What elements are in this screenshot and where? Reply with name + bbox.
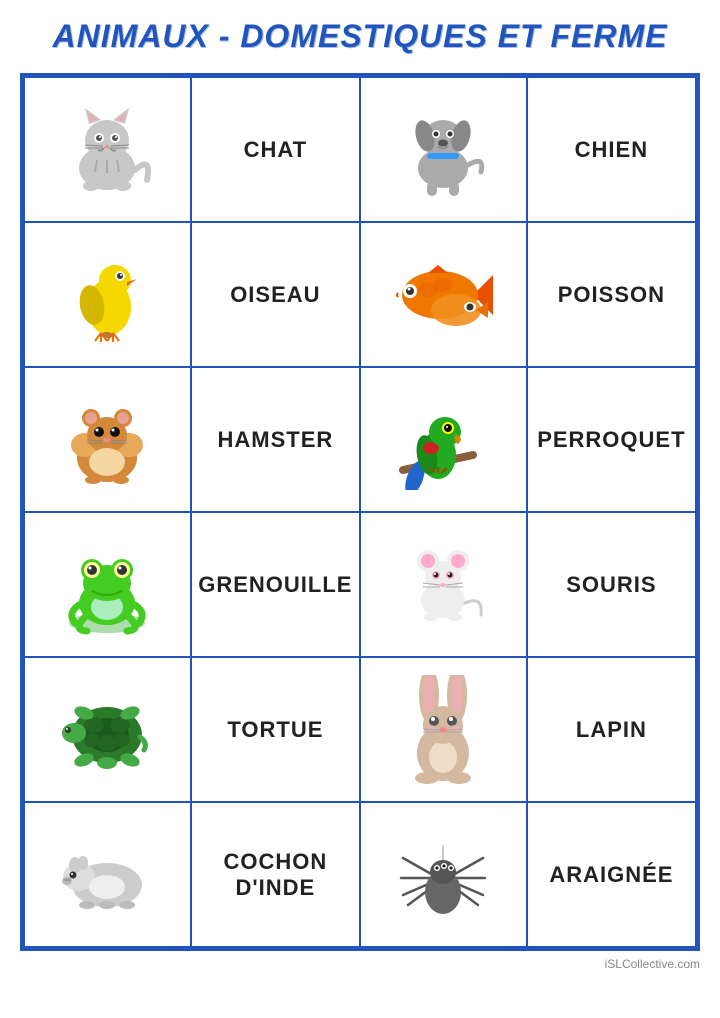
cell-image-perroquet xyxy=(360,367,527,512)
cell-image-hamster xyxy=(24,367,191,512)
cell-label-lapin: LAPIN xyxy=(527,657,696,802)
cell-label-poisson: POISSON xyxy=(527,222,696,367)
footer-credit: iSLCollective.com xyxy=(20,957,700,971)
animal-grid: CHAT CHIEN xyxy=(20,73,700,951)
cell-image-grenouille xyxy=(24,512,191,657)
cell-image-araignee xyxy=(360,802,527,947)
cell-image-cochon-dinde xyxy=(24,802,191,947)
cell-label-chien: CHIEN xyxy=(527,77,696,222)
cell-image-oiseau xyxy=(24,222,191,367)
cell-image-chat xyxy=(24,77,191,222)
cell-label-chat: CHAT xyxy=(191,77,361,222)
cell-label-cochon-dinde: COCHON D'INDE xyxy=(191,802,361,947)
cell-label-souris: SOURIS xyxy=(527,512,696,657)
cell-label-tortue: TORTUE xyxy=(191,657,361,802)
cell-label-grenouille: GRENOUILLE xyxy=(191,512,361,657)
cell-image-lapin xyxy=(360,657,527,802)
cell-image-souris xyxy=(360,512,527,657)
page-title: ANIMAUX - DOMESTIQUES ET FERME xyxy=(53,18,668,55)
cell-label-hamster: HAMSTER xyxy=(191,367,361,512)
cell-image-chien xyxy=(360,77,527,222)
cell-label-araignee: ARAIGNÉE xyxy=(527,802,696,947)
cell-image-tortue xyxy=(24,657,191,802)
cell-label-perroquet: PERROQUET xyxy=(527,367,696,512)
cell-label-oiseau: OISEAU xyxy=(191,222,361,367)
cell-image-poisson xyxy=(360,222,527,367)
